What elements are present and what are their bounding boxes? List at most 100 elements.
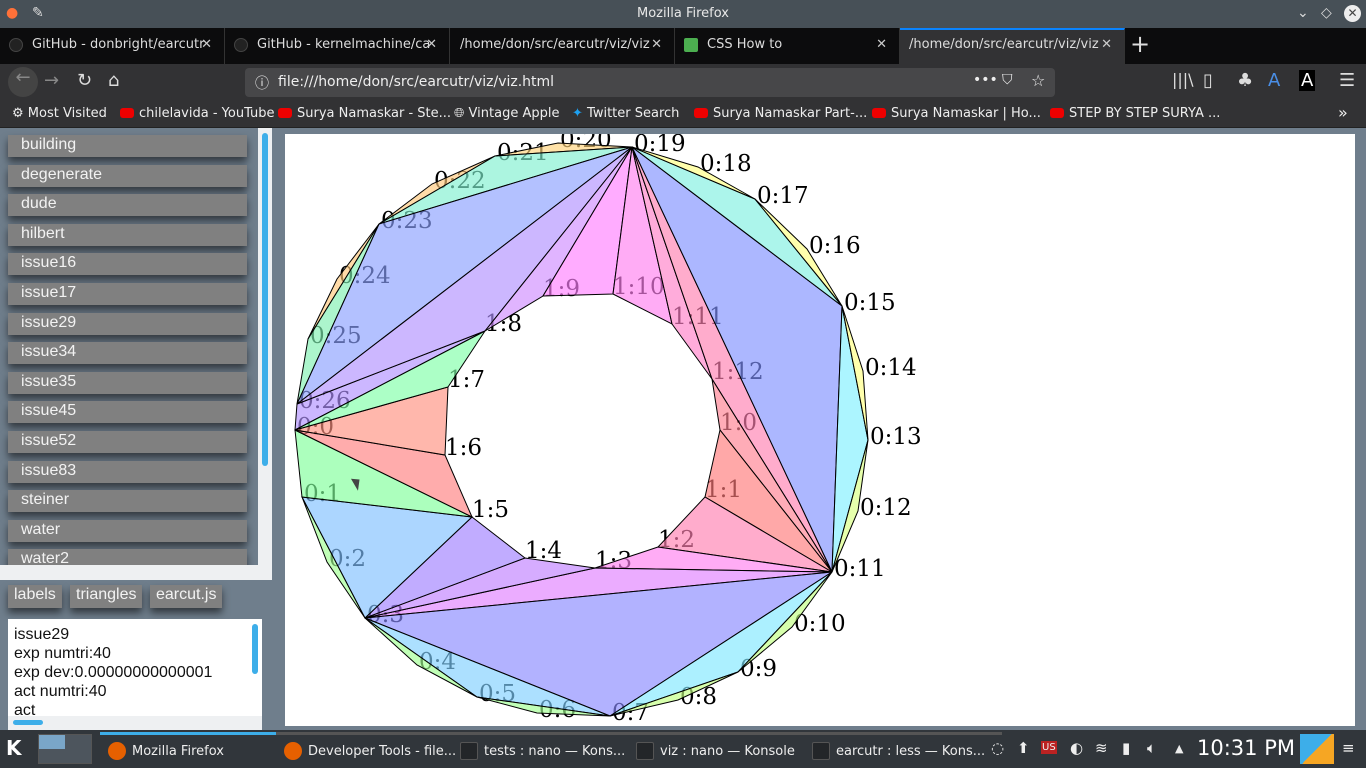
list-item-water2[interactable]: water2 — [8, 549, 247, 565]
triangles-button[interactable]: triangles — [70, 585, 143, 608]
bookmark-item[interactable]: Surya Namaskar | Ho... — [872, 106, 1041, 121]
page-actions-icon[interactable]: ••• — [973, 72, 998, 88]
list-item-degenerate[interactable]: degenerate — [8, 164, 247, 187]
tab-label: /home/don/src/earcutr/viz/viz — [460, 37, 650, 52]
list-item-water[interactable]: water — [8, 519, 247, 542]
minimize-icon[interactable]: ⌄ — [1297, 5, 1309, 21]
task-konsole-tests[interactable]: tests : nano — Kons... — [452, 732, 650, 766]
new-tab-button[interactable]: + — [1130, 30, 1150, 58]
bookmark-label: Surya Namaskar | Ho... — [891, 106, 1041, 121]
home-button[interactable]: ⌂ — [108, 70, 119, 91]
close-tab-icon[interactable]: ✕ — [651, 37, 662, 52]
battery-icon[interactable]: ▮ — [1122, 739, 1130, 757]
sync-icon[interactable]: ◌ — [991, 739, 1004, 757]
tab-github-kernelmachine[interactable]: GitHub - kernelmachine/ca ✕ — [225, 28, 450, 64]
tab-viz-active[interactable]: /home/don/src/earcutr/viz/viz ✕ — [900, 28, 1125, 64]
task-label: earcutr : less — Kons... — [836, 744, 986, 759]
bookmark-item[interactable]: chilelavida - YouTube — [120, 106, 275, 121]
viz-canvas: 0:00:10:20:30:40:50:60:70:80:90:100:110:… — [285, 127, 1355, 726]
github-icon — [234, 38, 248, 52]
tray-expand-icon[interactable]: ▲ — [1175, 742, 1183, 755]
task-firefox[interactable]: Mozilla Firefox — [100, 732, 298, 766]
sidebar-icon[interactable]: ▯ — [1203, 70, 1213, 91]
close-tab-icon[interactable]: ✕ — [876, 37, 887, 52]
test-list: building degenerate dude hilbert issue16 issu… — [0, 128, 258, 565]
list-item-issue45[interactable]: issue45 — [8, 401, 247, 424]
list-item-building[interactable]: building — [8, 135, 247, 157]
task-konsole-earcutr[interactable]: earcutr : less — Kons... — [804, 732, 1002, 766]
navigation-toolbar: ← → ↻ ⌂ ⓘ file:///home/don/src/earcutr/v… — [0, 64, 1366, 100]
updates-icon[interactable]: ⬆ — [1017, 739, 1030, 757]
reload-button[interactable]: ↻ — [77, 70, 92, 91]
wifi-icon[interactable]: ≋ — [1095, 739, 1108, 757]
triangulation-diagram: 0:00:10:20:30:40:50:60:70:80:90:100:110:… — [294, 127, 922, 726]
list-item-issue17[interactable]: issue17 — [8, 283, 247, 305]
list-item-steiner[interactable]: steiner — [8, 490, 247, 513]
task-label: Developer Tools - file... — [308, 744, 457, 759]
task-label: viz : nano — Konsole — [660, 744, 795, 759]
tab-viz-1[interactable]: /home/don/src/earcutr/viz/viz ✕ — [450, 28, 675, 64]
list-item-issue16[interactable]: issue16 — [8, 253, 247, 276]
list-item-dude[interactable]: dude — [8, 194, 247, 217]
forward-button[interactable]: → — [44, 70, 59, 91]
window-titlebar: ● ✎ Mozilla Firefox ⌄ ◇ ✕ — [0, 0, 1366, 28]
tab-bar: GitHub - donbright/earcutr ✕ GitHub - ker… — [0, 28, 1366, 64]
output-textarea[interactable]: issue29 exp numtri:40 exp dev:0.0000000000… — [8, 619, 262, 730]
library-icon[interactable]: |||\ — [1172, 70, 1194, 89]
pocket-icon[interactable]: ⛉ — [1002, 72, 1013, 88]
task-konsole-viz[interactable]: viz : nano — Konsole — [628, 732, 826, 766]
close-window-icon[interactable]: ✕ — [1344, 5, 1361, 22]
panel-menu-icon[interactable]: ≡ — [1342, 739, 1355, 757]
youtube-icon — [120, 108, 134, 118]
steam-icon[interactable]: ◐ — [1070, 739, 1083, 757]
bookmark-item[interactable]: Surya Namaskar Part-... — [694, 106, 867, 121]
url-bar[interactable]: ⓘ file:///home/don/src/earcutr/viz/viz.h… — [245, 68, 1055, 97]
bookmark-label: chilelavida - YouTube — [139, 106, 275, 121]
bookmark-item[interactable]: 🌐︎ Vintage Apple — [454, 106, 559, 121]
vertex-label: 0:15 — [844, 290, 896, 316]
bookmark-star-icon[interactable]: ☆ — [1031, 71, 1045, 90]
bookmark-label: Surya Namaskar - Ste... — [297, 106, 452, 121]
list-item-issue29[interactable]: issue29 — [8, 312, 247, 335]
info-icon[interactable]: ⓘ — [255, 73, 269, 93]
tab-css-how-to[interactable]: CSS How to ✕ — [675, 28, 900, 64]
task-devtools[interactable]: Developer Tools - file... — [276, 732, 474, 766]
close-tab-icon[interactable]: ✕ — [1101, 37, 1112, 52]
list-item-issue83[interactable]: issue83 — [8, 460, 247, 483]
bookmark-item[interactable]: Surya Namaskar - Ste... — [278, 106, 451, 121]
list-item-issue34[interactable]: issue34 — [8, 342, 247, 365]
close-tab-icon[interactable]: ✕ — [426, 37, 437, 52]
maximize-icon[interactable]: ◇ — [1321, 5, 1332, 21]
bookmark-item[interactable]: STEP BY STEP SURYA ... — [1050, 106, 1220, 121]
output-hscrollbar[interactable] — [8, 716, 262, 730]
keyboard-layout-flag[interactable]: US — [1041, 741, 1057, 754]
labels-button[interactable]: labels — [8, 585, 62, 608]
clock[interactable]: 10:31 PM — [1197, 736, 1295, 760]
list-item-hilbert[interactable]: hilbert — [8, 223, 247, 246]
output-vscrollbar[interactable] — [252, 624, 258, 674]
font-extension-icon[interactable]: A — [1299, 70, 1316, 91]
vertex-label: 0:13 — [870, 424, 922, 450]
kde-launcher-icon[interactable]: K — [6, 736, 22, 760]
list-item-issue35[interactable]: issue35 — [8, 371, 247, 394]
desktop-widget-icon[interactable] — [1300, 734, 1334, 764]
bookmark-item[interactable]: ✦ Twitter Search — [572, 106, 679, 121]
earcut-js-button[interactable]: earcut.js — [150, 585, 223, 608]
vertex-label: 0:10 — [794, 611, 846, 637]
foot-extension-icon[interactable]: ♣ — [1237, 70, 1253, 91]
list-item-issue52[interactable]: issue52 — [8, 431, 247, 453]
list-scrollbar[interactable] — [262, 133, 268, 466]
close-tab-icon[interactable]: ✕ — [201, 37, 212, 52]
bookmark-most-visited[interactable]: ⚙ Most Visited — [12, 106, 107, 121]
tab-label: GitHub - kernelmachine/ca — [257, 37, 431, 52]
pager[interactable] — [38, 734, 92, 764]
menu-icon[interactable]: ☰ — [1339, 70, 1355, 91]
tab-github-earcutr[interactable]: GitHub - donbright/earcutr ✕ — [0, 28, 225, 64]
bookmarks-overflow-icon[interactable]: » — [1338, 103, 1348, 122]
back-button[interactable]: ← — [8, 67, 38, 97]
volume-icon[interactable]: 🔈︎ — [1147, 739, 1156, 757]
translate-icon[interactable]: A — [1268, 70, 1280, 91]
bookmarks-toolbar: ⚙ Most Visited chilelavida - YouTube Sur… — [0, 100, 1366, 128]
vertex-label: 0:17 — [757, 183, 809, 209]
bookmark-label: Surya Namaskar Part-... — [713, 106, 868, 121]
